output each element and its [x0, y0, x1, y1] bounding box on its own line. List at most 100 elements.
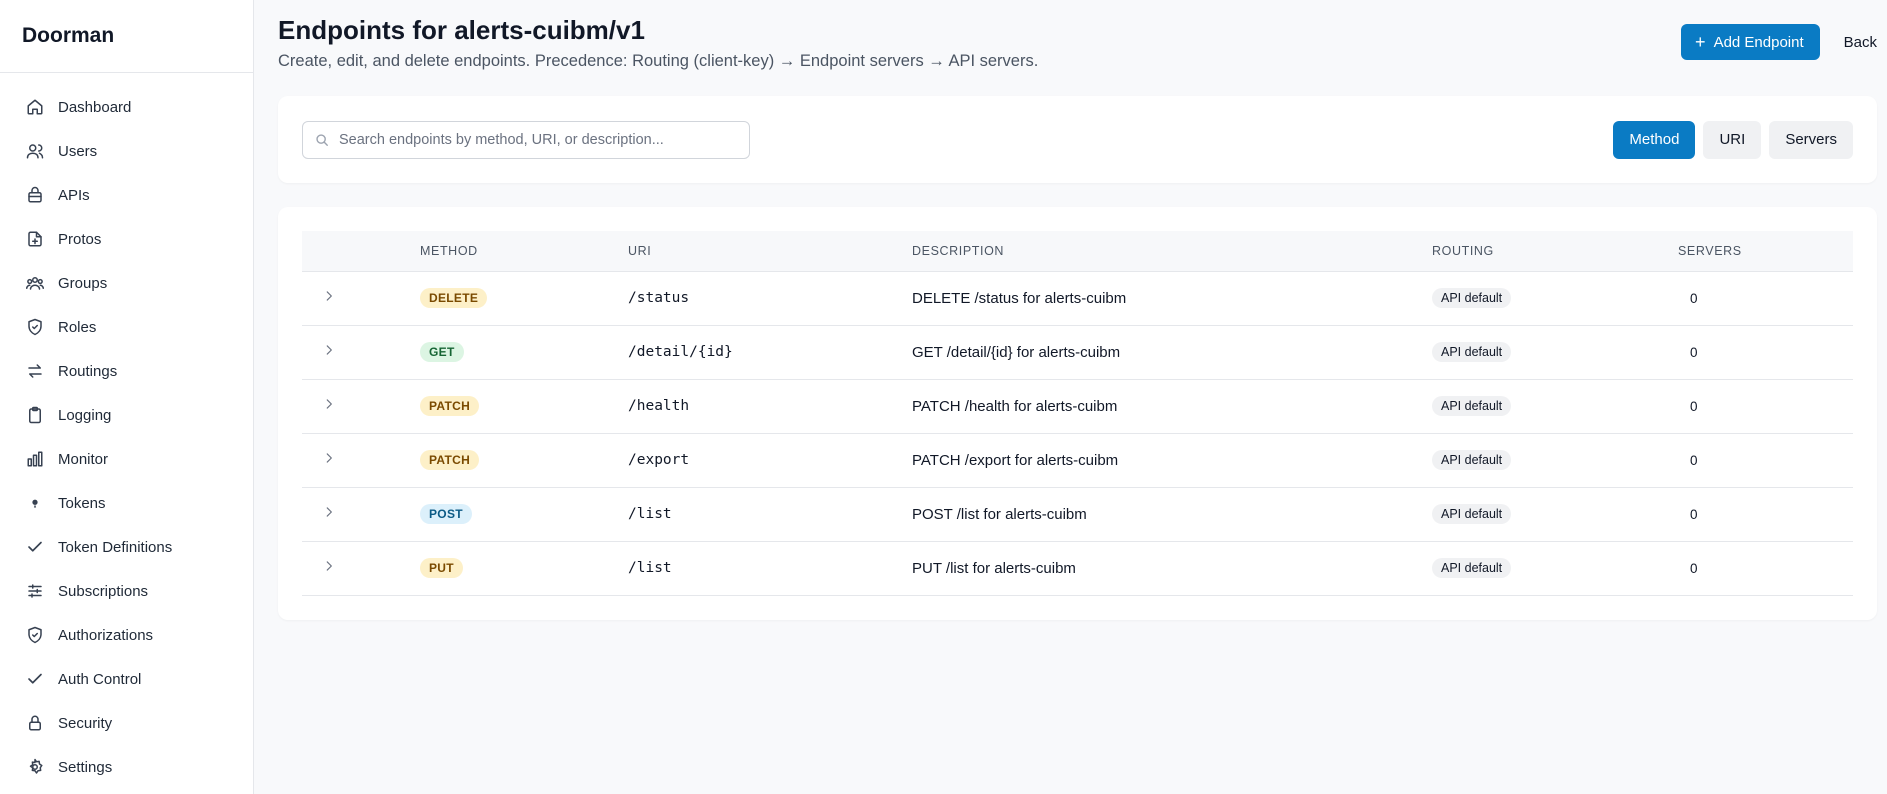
sidebar-item-dashboard[interactable]: Dashboard — [0, 85, 253, 129]
sort-uri-button[interactable]: URI — [1703, 120, 1762, 159]
proto-icon — [26, 230, 44, 248]
plus-icon: + — [1695, 32, 1706, 52]
sidebar-item-token-definitions[interactable]: Token Definitions — [0, 525, 253, 569]
users-icon — [26, 142, 44, 160]
sidebar-item-label: Logging — [58, 406, 112, 424]
add-endpoint-label: Add Endpoint — [1713, 33, 1804, 51]
chevron-right-icon[interactable] — [322, 289, 336, 303]
add-endpoint-button[interactable]: + Add Endpoint — [1681, 24, 1820, 60]
search-box[interactable] — [302, 120, 750, 159]
api-icon — [26, 186, 44, 204]
search-icon — [315, 133, 329, 147]
endpoint-description: PATCH /health for alerts-cuibm — [912, 379, 1432, 434]
routing-badge: API default — [1432, 288, 1512, 308]
method-badge: PUT — [420, 558, 463, 578]
endpoint-uri: /status — [628, 271, 912, 326]
method-badge: POST — [420, 504, 472, 524]
shield-icon — [26, 318, 44, 336]
sidebar-item-label: Protos — [58, 230, 102, 248]
sidebar-item-auth-control[interactable]: Auth Control — [0, 657, 253, 701]
sidebar-item-monitor[interactable]: Monitor — [0, 437, 253, 481]
sidebar-item-label: Token Definitions — [58, 538, 173, 556]
routing-icon — [26, 362, 44, 380]
table-row[interactable]: POST /list POST /list for alerts-cuibm A… — [302, 487, 1853, 542]
check-icon — [26, 670, 44, 688]
endpoint-description: POST /list for alerts-cuibm — [912, 487, 1432, 542]
app-title: Doorman — [0, 0, 253, 73]
chevron-right-icon[interactable] — [322, 397, 336, 411]
sidebar-item-label: Settings — [58, 758, 113, 776]
endpoints-table: METHOD URI DESCRIPTION ROUTING SERVERS D… — [302, 231, 1853, 596]
table-row[interactable]: PATCH /health PATCH /health for alerts-c… — [302, 379, 1853, 434]
servers-count: 0 — [1678, 541, 1853, 596]
sidebar-item-users[interactable]: Users — [0, 129, 253, 173]
table-row[interactable]: PATCH /export PATCH /export for alerts-c… — [302, 433, 1853, 488]
endpoint-uri: /detail/{id} — [628, 325, 912, 380]
page-header: Endpoints for alerts-cuibm/v1 Create, ed… — [278, 14, 1877, 96]
chevron-right-icon[interactable] — [322, 343, 336, 357]
routing-badge: API default — [1432, 504, 1512, 524]
table-row[interactable]: PUT /list PUT /list for alerts-cuibm API… — [302, 541, 1853, 596]
routing-badge: API default — [1432, 450, 1512, 470]
sidebar-item-settings[interactable]: Settings — [0, 745, 253, 789]
page-title: Endpoints for alerts-cuibm/v1 — [278, 15, 645, 45]
sidebar-item-label: Subscriptions — [58, 582, 149, 600]
sidebar-item-roles[interactable]: Roles — [0, 305, 253, 349]
gear-icon — [26, 758, 44, 776]
search-input[interactable] — [339, 131, 719, 148]
chevron-right-icon[interactable] — [322, 451, 336, 465]
sidebar: Doorman Dashboard Users APIs Protos Grou… — [0, 0, 254, 794]
sort-method-button[interactable]: Method — [1613, 120, 1696, 159]
servers-count: 0 — [1678, 325, 1853, 380]
check-icon — [26, 538, 44, 556]
sidebar-item-label: Roles — [58, 318, 97, 336]
sidebar-item-label: Authorizations — [58, 626, 154, 644]
endpoint-uri: /list — [628, 487, 912, 542]
bar-chart-icon — [26, 450, 44, 468]
chevron-right-icon[interactable] — [322, 505, 336, 519]
page-subtitle: Create, edit, and delete endpoints. Prec… — [278, 52, 1039, 70]
sidebar-item-label: Dashboard — [58, 98, 132, 116]
routing-badge: API default — [1432, 558, 1512, 578]
back-button[interactable]: Back — [1844, 34, 1877, 51]
table-row[interactable]: DELETE /status DELETE /status for alerts… — [302, 271, 1853, 326]
sidebar-item-security[interactable]: Security — [0, 701, 253, 745]
sidebar-item-label: Users — [58, 142, 98, 160]
method-badge: PATCH — [420, 450, 480, 470]
endpoint-description: DELETE /status for alerts-cuibm — [912, 271, 1432, 326]
endpoint-description: GET /detail/{id} for alerts-cuibm — [912, 325, 1432, 380]
endpoint-description: PUT /list for alerts-cuibm — [912, 541, 1432, 596]
sidebar-item-label: Security — [58, 714, 113, 732]
routing-badge: API default — [1432, 396, 1512, 416]
main-content: Endpoints for alerts-cuibm/v1 Create, ed… — [254, 0, 1887, 794]
endpoint-description: PATCH /export for alerts-cuibm — [912, 433, 1432, 488]
sort-servers-button[interactable]: Servers — [1769, 120, 1853, 159]
header-description: DESCRIPTION — [912, 231, 1432, 272]
header-uri[interactable]: URI — [628, 231, 912, 272]
sidebar-item-authorizations[interactable]: Authorizations — [0, 613, 253, 657]
sidebar-item-routings[interactable]: Routings — [0, 349, 253, 393]
sidebar-item-logging[interactable]: Logging — [0, 393, 253, 437]
sidebar-item-label: Groups — [58, 274, 108, 292]
sidebar-nav: Dashboard Users APIs Protos Groups Roles… — [0, 73, 253, 789]
sidebar-item-label: Monitor — [58, 450, 109, 468]
endpoint-uri: /list — [628, 541, 912, 596]
groups-icon — [26, 274, 44, 292]
routing-badge: API default — [1432, 342, 1512, 362]
chevron-right-icon[interactable] — [322, 559, 336, 573]
sidebar-item-tokens[interactable]: Tokens — [0, 481, 253, 525]
lock-icon — [26, 714, 44, 732]
table-header-row: METHOD URI DESCRIPTION ROUTING SERVERS — [302, 231, 1853, 272]
sidebar-item-subscriptions[interactable]: Subscriptions — [0, 569, 253, 613]
sidebar-item-protos[interactable]: Protos — [0, 217, 253, 261]
table-row[interactable]: GET /detail/{id} GET /detail/{id} for al… — [302, 325, 1853, 380]
header-method[interactable]: METHOD — [420, 231, 628, 272]
sidebar-item-apis[interactable]: APIs — [0, 173, 253, 217]
sidebar-item-groups[interactable]: Groups — [0, 261, 253, 305]
method-badge: GET — [420, 342, 464, 362]
header-servers[interactable]: SERVERS — [1678, 231, 1853, 272]
shield-check-icon — [26, 626, 44, 644]
endpoint-uri: /export — [628, 433, 912, 488]
sidebar-item-label: Tokens — [58, 494, 106, 512]
header-routing: ROUTING — [1432, 231, 1678, 272]
